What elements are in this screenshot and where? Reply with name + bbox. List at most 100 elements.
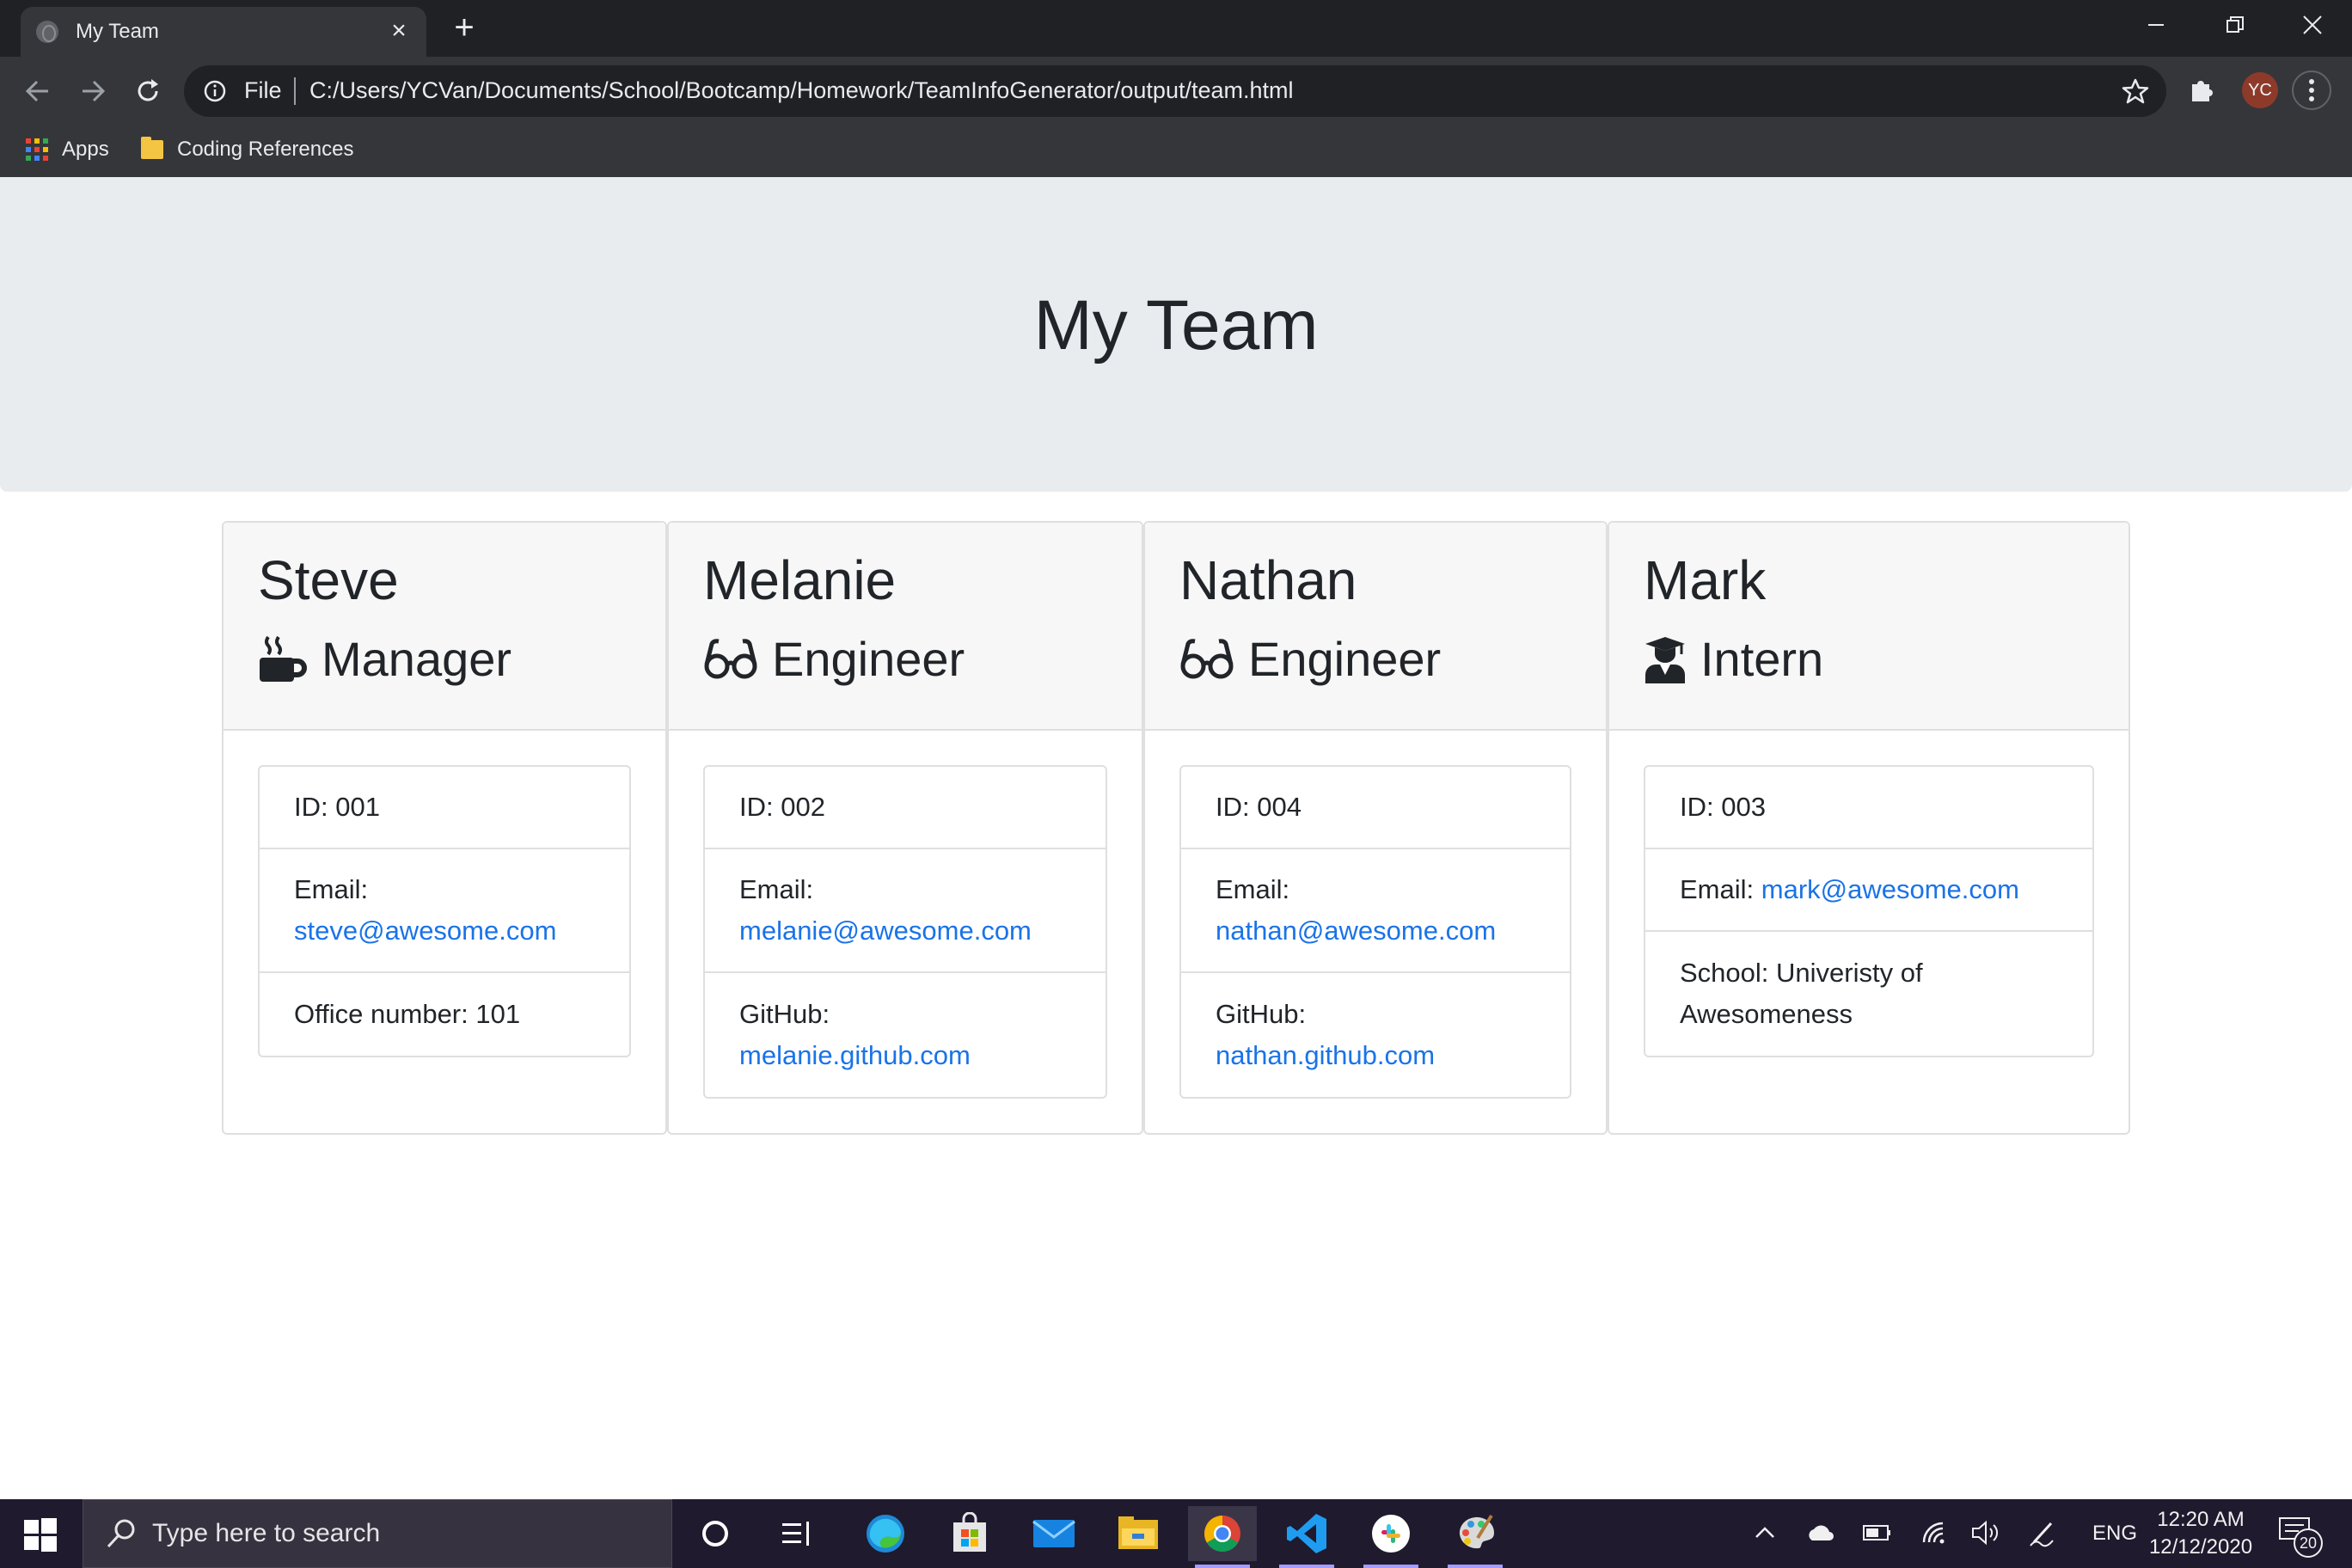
reload-button[interactable] xyxy=(124,67,172,115)
github-link[interactable]: melanie.github.com xyxy=(739,1040,971,1070)
mail-taskbar-button[interactable] xyxy=(1020,1506,1088,1561)
employee-name: Steve xyxy=(258,549,399,611)
close-icon xyxy=(2303,15,2322,34)
employee-role: Manager xyxy=(258,631,511,687)
chrome-taskbar-button[interactable] xyxy=(1188,1506,1257,1568)
wifi-icon[interactable] xyxy=(1920,1520,1948,1546)
folder-icon xyxy=(141,137,163,159)
bookmark-label: Coding References xyxy=(177,138,354,161)
email-link[interactable]: mark@awesome.com xyxy=(1761,869,2019,910)
vscode-icon xyxy=(1287,1514,1326,1553)
vscode-taskbar-button[interactable] xyxy=(1272,1506,1341,1568)
email-label: Email: xyxy=(1216,874,1290,904)
slack-taskbar-button[interactable] xyxy=(1357,1506,1425,1568)
card-header: Mark Intern xyxy=(1609,523,2128,731)
email-item: Email: melanie@awesome.com xyxy=(705,849,1106,973)
employee-id: ID: 001 xyxy=(294,792,380,822)
new-tab-button[interactable]: + xyxy=(445,9,483,46)
email-item: Email: steve@awesome.com xyxy=(260,849,629,973)
employee-id: ID: 002 xyxy=(739,792,825,822)
address-bar[interactable]: File C:/Users/YCVan/Documents/School/Boo… xyxy=(184,65,2166,117)
mail-icon xyxy=(1032,1520,1075,1547)
role-label: Manager xyxy=(322,632,512,686)
forward-button[interactable] xyxy=(69,67,117,115)
close-tab-icon[interactable]: × xyxy=(383,15,414,46)
office-item: Office number: 101 xyxy=(260,973,629,1056)
github-link[interactable]: nathan.github.com xyxy=(1216,1040,1435,1070)
volume-icon[interactable] xyxy=(1970,1520,2001,1546)
search-placeholder: Type here to search xyxy=(152,1519,381,1547)
email-link[interactable]: nathan@awesome.com xyxy=(1216,916,1496,946)
bookmarks-bar: Apps Coding References xyxy=(0,126,2352,177)
action-center-button[interactable]: 20 xyxy=(2278,1516,2323,1558)
email-link[interactable]: melanie@awesome.com xyxy=(739,916,1032,946)
info-list: ID: 003 Email: mark@awesome.com School: … xyxy=(1644,765,2094,1057)
cortana-button[interactable] xyxy=(681,1506,750,1561)
page-content: My Team Steve Manager ID: 001 Email: ste… xyxy=(0,177,2352,1499)
role-label: Engineer xyxy=(772,632,965,686)
employee-name: Nathan xyxy=(1179,549,1357,611)
github-item: GitHub: nathan.github.com xyxy=(1181,973,1570,1097)
address-separator xyxy=(294,77,296,105)
email-label: Email: xyxy=(294,874,369,904)
taskbar-search-box[interactable]: Type here to search xyxy=(83,1499,672,1568)
file-scheme-label: File xyxy=(244,77,282,103)
browser-tab[interactable]: My Team × xyxy=(21,7,426,57)
edge-taskbar-button[interactable] xyxy=(851,1506,920,1561)
battery-icon[interactable] xyxy=(1862,1523,1893,1542)
windows-start-icon[interactable] xyxy=(21,1515,60,1554)
profile-avatar[interactable]: YC xyxy=(2242,72,2278,108)
task-view-button[interactable] xyxy=(763,1506,832,1561)
chevron-up-icon[interactable] xyxy=(1754,1523,1776,1540)
bookmark-apps[interactable]: Apps xyxy=(26,138,109,162)
card-header: Melanie Engineer xyxy=(669,523,1142,731)
search-icon xyxy=(107,1519,135,1548)
employee-role: Engineer xyxy=(1179,631,1441,687)
restore-button[interactable] xyxy=(2196,0,2275,50)
minimize-icon xyxy=(2148,24,2164,26)
info-list: ID: 001 Email: steve@awesome.com Office … xyxy=(258,765,631,1057)
edge-browser-icon xyxy=(867,1515,904,1553)
office-number: Office number: 101 xyxy=(294,999,521,1029)
bookmark-star-icon[interactable] xyxy=(2122,77,2149,105)
bookmark-coding-references[interactable]: Coding References xyxy=(141,137,354,162)
github-label: GitHub: xyxy=(739,999,830,1029)
close-window-button[interactable] xyxy=(2273,0,2352,50)
github-item: GitHub: melanie.github.com xyxy=(705,973,1106,1097)
browser-menu-button[interactable] xyxy=(2292,70,2331,110)
info-icon[interactable] xyxy=(203,79,227,103)
id-item: ID: 004 xyxy=(1181,767,1570,849)
page-title: My Team xyxy=(1033,286,1319,364)
email-label: Email: xyxy=(739,874,814,904)
file-explorer-taskbar-button[interactable] xyxy=(1104,1506,1173,1561)
mug-icon xyxy=(260,635,307,682)
card-header: Nathan Engineer xyxy=(1145,523,1606,731)
paint-palette-icon xyxy=(1459,1514,1495,1549)
email-link[interactable]: steve@awesome.com xyxy=(294,916,556,946)
store-taskbar-button[interactable] xyxy=(935,1506,1004,1561)
system-clock[interactable]: 12:20 AM 12/12/2020 xyxy=(2141,1506,2261,1561)
menu-dot xyxy=(2309,79,2314,84)
language-indicator[interactable]: ENG xyxy=(2092,1499,2137,1568)
arrow-right-icon xyxy=(83,80,106,102)
id-item: ID: 001 xyxy=(260,767,629,849)
puzzle-extension-icon[interactable] xyxy=(2187,76,2214,103)
card-header: Steve Manager xyxy=(224,523,665,731)
url-text[interactable]: C:/Users/YCVan/Documents/School/Bootcamp… xyxy=(309,77,1294,104)
employee-card-steve: Steve Manager ID: 001 Email: steve@aweso… xyxy=(222,521,667,1135)
jumbotron-header: My Team xyxy=(0,177,2352,492)
onedrive-cloud-icon[interactable] xyxy=(1805,1522,1836,1542)
paint-taskbar-button[interactable] xyxy=(1441,1506,1510,1568)
slack-icon xyxy=(1372,1515,1410,1553)
employee-name: Melanie xyxy=(703,549,897,611)
restore-icon xyxy=(2226,16,2244,33)
back-button[interactable] xyxy=(14,67,62,115)
email-item: Email: mark@awesome.com xyxy=(1645,849,2092,932)
store-bag-icon xyxy=(953,1512,986,1552)
tab-title: My Team xyxy=(76,20,159,43)
minimize-button[interactable] xyxy=(2116,0,2196,50)
email-item: Email: nathan@awesome.com xyxy=(1181,849,1570,973)
pen-ink-icon[interactable] xyxy=(2027,1518,2058,1547)
menu-dot xyxy=(2309,96,2314,101)
employee-card-mark: Mark Intern ID: 003 Email: mark@awesome.… xyxy=(1608,521,2130,1135)
